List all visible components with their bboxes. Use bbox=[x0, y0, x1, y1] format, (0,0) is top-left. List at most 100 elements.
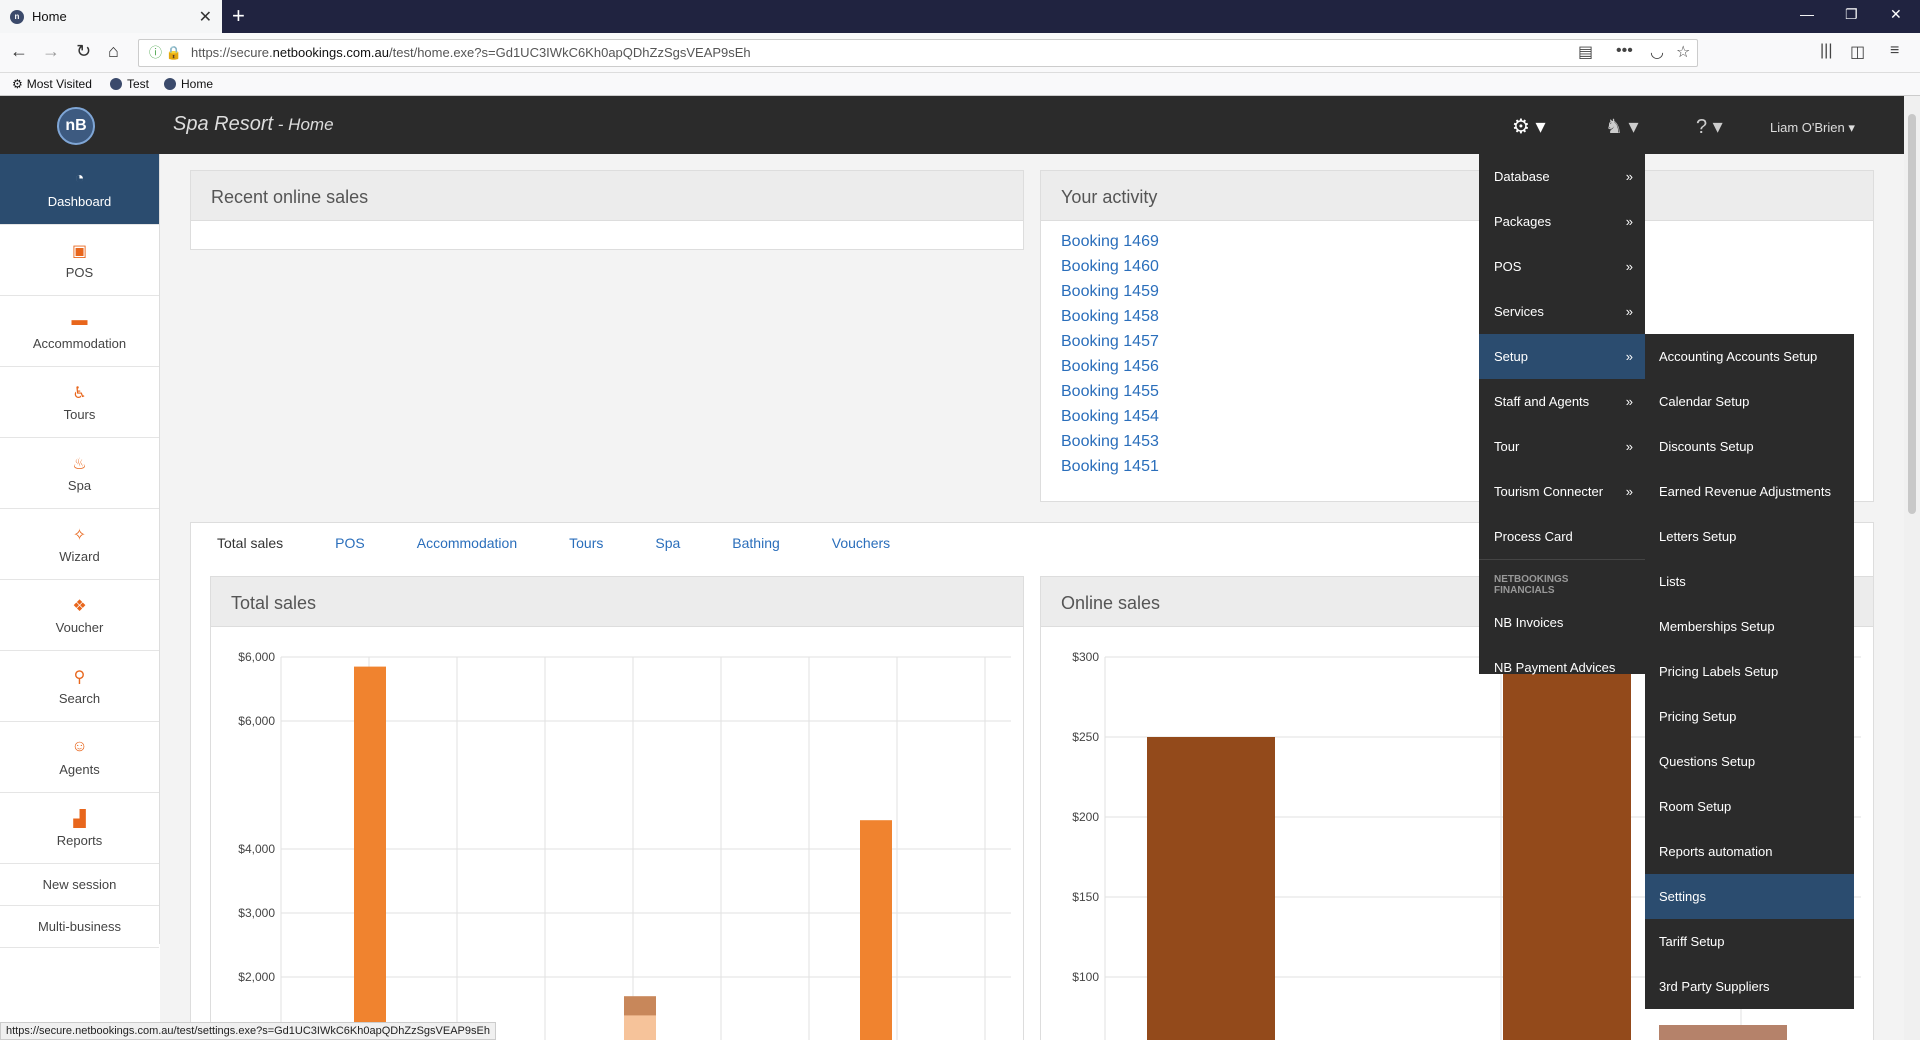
close-window-icon[interactable]: ✕ bbox=[1890, 6, 1902, 23]
more-icon[interactable]: ••• bbox=[1616, 42, 1633, 60]
chart-bar bbox=[1503, 673, 1631, 1040]
library-icon[interactable]: ||| bbox=[1820, 42, 1832, 60]
submenu-item-pricing-labels[interactable]: Pricing Labels Setup bbox=[1645, 649, 1854, 694]
tab-vouchers[interactable]: Vouchers bbox=[806, 523, 916, 562]
chart-icon: ▟ bbox=[73, 811, 86, 828]
close-tab-icon[interactable]: ✕ bbox=[199, 7, 212, 27]
menu-item-label: Services bbox=[1494, 304, 1544, 319]
menu-item-label: Packages bbox=[1494, 214, 1552, 229]
submenu-item-reports-automation[interactable]: Reports automation bbox=[1645, 829, 1854, 874]
forward-icon[interactable]: → bbox=[42, 41, 60, 62]
submenu-item-discounts[interactable]: Discounts Setup bbox=[1645, 424, 1854, 469]
reload-icon[interactable]: ↻ bbox=[76, 41, 91, 62]
menu-item-process-card[interactable]: Process Card bbox=[1479, 514, 1645, 559]
submenu-item-settings[interactable]: Settings bbox=[1645, 874, 1854, 919]
tab-pos[interactable]: POS bbox=[309, 523, 391, 562]
submenu-item-letters[interactable]: Letters Setup bbox=[1645, 514, 1854, 559]
user-menu[interactable]: Liam O'Brien ▾ bbox=[1770, 120, 1855, 136]
bookmark-home[interactable]: Home bbox=[164, 77, 213, 91]
menu-item-nb-payment-advices[interactable]: NB Payment Advices bbox=[1479, 645, 1645, 690]
chart-bar bbox=[1659, 1025, 1787, 1040]
menu-icon[interactable]: ≡ bbox=[1890, 42, 1899, 60]
settings-gear-icon[interactable]: ⚙ ▾ bbox=[1512, 114, 1546, 139]
sidebar-item-dashboard[interactable]: ◔ Dashboard bbox=[0, 154, 159, 225]
menu-item-label: POS bbox=[1494, 259, 1522, 274]
menu-item-packages[interactable]: Packages » bbox=[1479, 199, 1645, 244]
sidebar-toggle-icon[interactable]: ◫ bbox=[1850, 42, 1865, 62]
new-tab-icon[interactable]: + bbox=[232, 3, 245, 29]
submenu-item-tariff[interactable]: Tariff Setup bbox=[1645, 919, 1854, 964]
activity-link[interactable]: Booking 1460 bbox=[1061, 254, 1853, 279]
sidebar-item-accommodation[interactable]: ▬ Accommodation bbox=[0, 296, 159, 367]
browser-tab[interactable]: n Home ✕ bbox=[0, 0, 222, 33]
home-icon[interactable]: ⌂ bbox=[108, 41, 119, 62]
sidebar-multi-business[interactable]: Multi-business bbox=[0, 906, 159, 948]
sidebar-item-tours[interactable]: ♿ Tours bbox=[0, 367, 159, 438]
menu-item-setup[interactable]: Setup » bbox=[1479, 334, 1645, 379]
tab-total-sales[interactable]: Total sales bbox=[191, 523, 309, 562]
submenu-item-pricing[interactable]: Pricing Setup bbox=[1645, 694, 1854, 739]
help-icon[interactable]: ? ▾ bbox=[1696, 114, 1723, 139]
y-tick-label: $6,000 bbox=[238, 650, 275, 664]
pocket-icon[interactable]: ◡ bbox=[1650, 42, 1664, 62]
sidebar-item-spa[interactable]: ♨ Spa bbox=[0, 438, 159, 509]
reader-icon[interactable]: ▤ bbox=[1578, 42, 1593, 62]
total-sales-chart: $6,000 $6,000 $4,000 $3,000 $2,000 bbox=[238, 650, 1074, 1040]
sidebar-item-search[interactable]: ⚲ Search bbox=[0, 651, 159, 722]
app-logo[interactable]: nB bbox=[57, 107, 95, 145]
submenu-item-room[interactable]: Room Setup bbox=[1645, 784, 1854, 829]
restore-icon[interactable]: ❐ bbox=[1845, 6, 1858, 23]
menu-item-staff-agents[interactable]: Staff and Agents » bbox=[1479, 379, 1645, 424]
wand-icon: ✧ bbox=[72, 527, 87, 544]
menu-item-pos[interactable]: POS » bbox=[1479, 244, 1645, 289]
sidebar-item-label: Voucher bbox=[55, 620, 104, 635]
menu-item-services[interactable]: Services » bbox=[1479, 289, 1645, 334]
bookmark-test[interactable]: Test bbox=[110, 77, 149, 91]
submenu-item-questions[interactable]: Questions Setup bbox=[1645, 739, 1854, 784]
sidebar-item-reports[interactable]: ▟ Reports bbox=[0, 793, 159, 864]
sidebar-item-label: Wizard bbox=[59, 549, 100, 564]
tab-title: Home bbox=[32, 9, 67, 24]
menu-item-tour[interactable]: Tour » bbox=[1479, 424, 1645, 469]
dashboard-icon: ◔ bbox=[74, 170, 85, 187]
back-icon[interactable]: ← bbox=[10, 41, 28, 62]
submenu-item-calendar[interactable]: Calendar Setup bbox=[1645, 379, 1854, 424]
tab-accommodation[interactable]: Accommodation bbox=[391, 523, 543, 562]
minimize-icon[interactable]: — bbox=[1800, 6, 1814, 22]
menu-item-database[interactable]: Database » bbox=[1479, 154, 1645, 199]
activity-link[interactable]: Booking 1458 bbox=[1061, 304, 1853, 329]
tab-spa[interactable]: Spa bbox=[629, 523, 706, 562]
menu-item-tourism-connecter[interactable]: Tourism Connecter » bbox=[1479, 469, 1645, 514]
sidebar-item-wizard[interactable]: ✧ Wizard bbox=[0, 509, 159, 580]
bookmark-most-visited[interactable]: ⚙ Most Visited bbox=[12, 77, 92, 91]
url-bar[interactable]: ⓘ 🔒 https://secure.netbookings.com.au/te… bbox=[138, 39, 1698, 67]
url-domain: netbookings.com.au bbox=[272, 45, 390, 60]
chart-bar bbox=[860, 820, 892, 1040]
submenu-item-3rd-party[interactable]: 3rd Party Suppliers bbox=[1645, 964, 1854, 1009]
bookmark-star-icon[interactable]: ☆ bbox=[1676, 42, 1690, 62]
sidebar-new-session[interactable]: New session bbox=[0, 864, 159, 906]
tab-bathing[interactable]: Bathing bbox=[706, 523, 805, 562]
pos-icon: ▣ bbox=[71, 243, 88, 260]
browser-navbar: ← → ↻ ⌂ ⓘ 🔒 https://secure.netbookings.c… bbox=[0, 33, 1920, 73]
sidebar-item-voucher[interactable]: ❖ Voucher bbox=[0, 580, 159, 651]
menu-item-nb-invoices[interactable]: NB Invoices bbox=[1479, 600, 1645, 645]
sidebar-item-label: Tours bbox=[63, 407, 96, 422]
submenu-item-accounting[interactable]: Accounting Accounts Setup bbox=[1645, 334, 1854, 379]
sidebar-item-label: Reports bbox=[56, 833, 103, 848]
scrollbar-thumb[interactable] bbox=[1908, 114, 1916, 514]
submenu-arrow-icon: » bbox=[1625, 439, 1633, 454]
submenu-item-memberships[interactable]: Memberships Setup bbox=[1645, 604, 1854, 649]
sidebar-item-pos[interactable]: ▣ POS bbox=[0, 225, 159, 296]
activity-link[interactable]: Booking 1459 bbox=[1061, 279, 1853, 304]
submenu-item-earned-revenue[interactable]: Earned Revenue Adjustments bbox=[1645, 469, 1854, 514]
page-scrollbar[interactable] bbox=[1904, 96, 1920, 1040]
bookmark-label: Most Visited bbox=[26, 77, 92, 91]
submenu-item-lists[interactable]: Lists bbox=[1645, 559, 1854, 604]
favicon-icon bbox=[164, 78, 176, 90]
activity-link[interactable]: Booking 1469 bbox=[1061, 229, 1853, 254]
user-name: Liam O'Brien bbox=[1770, 120, 1845, 135]
sidebar-item-agents[interactable]: ☺ Agents bbox=[0, 722, 159, 793]
agent-menu-icon[interactable]: ♞ ▾ bbox=[1605, 114, 1639, 139]
tab-tours[interactable]: Tours bbox=[543, 523, 629, 562]
